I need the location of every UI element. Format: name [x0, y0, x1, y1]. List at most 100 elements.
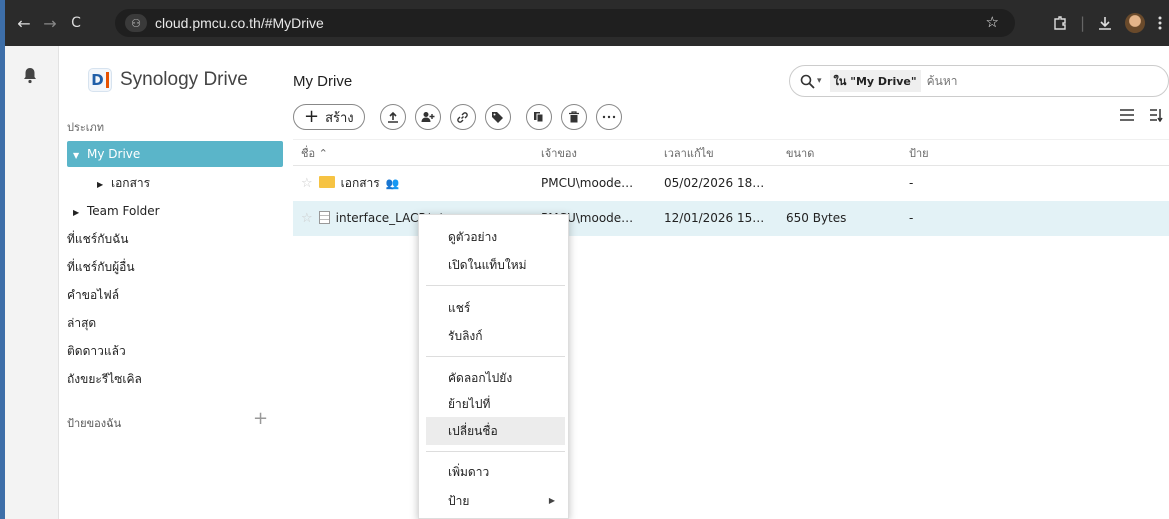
- menu-divider: [426, 285, 565, 286]
- search-icon[interactable]: [800, 74, 815, 89]
- reload-icon[interactable]: C: [63, 15, 89, 31]
- forward-icon[interactable]: →: [37, 14, 63, 33]
- sidebar-item-label: เอกสาร: [111, 176, 151, 190]
- column-header-size[interactable]: ขนาด: [778, 139, 901, 166]
- file-name: เอกสาร: [340, 175, 380, 190]
- my-tags-label: ป้ายของฉัน: [67, 417, 122, 430]
- column-header-owner[interactable]: เจ้าของ: [533, 139, 656, 166]
- table-header-row: ชื่อ ⌃ เจ้าของ เวลาแก้ไข ขนาด ป้าย: [293, 139, 1169, 166]
- search-box[interactable]: ▾ ใน "My Drive": [789, 65, 1169, 97]
- modified-cell: 05/02/2026 18…: [664, 176, 765, 191]
- sidebar: D Synology Drive ประเภท ▼ My Drive ▶ เอกสา…: [60, 46, 290, 519]
- column-header-tag[interactable]: ป้าย: [901, 139, 1169, 166]
- browser-toolbar: ← → C ⚇ cloud.pmcu.co.th/#MyDrive ☆ |: [0, 0, 1169, 46]
- chevron-down-icon[interactable]: ▾: [817, 76, 822, 86]
- add-tag-button[interactable]: +: [253, 408, 268, 429]
- tag-icon: [492, 111, 504, 123]
- synology-drive-logo-icon: D: [88, 68, 112, 92]
- sidebar-item-label: My Drive: [87, 147, 141, 161]
- sidebar-item-recent[interactable]: ล่าสุด: [67, 310, 283, 336]
- create-button-label: สร้าง: [325, 110, 354, 126]
- more-actions-button[interactable]: [595, 104, 622, 130]
- menu-item-tag[interactable]: ป้าย ▶: [426, 487, 565, 515]
- sidebar-item-recycle-bin[interactable]: ถังขยะรีไซเคิล: [67, 366, 283, 392]
- menu-item-label: ป้าย: [448, 494, 470, 508]
- upload-icon: [387, 111, 398, 123]
- sidebar-item-my-drive[interactable]: ▼ My Drive: [67, 141, 283, 167]
- tag-cell: -: [901, 200, 1169, 236]
- menu-item-open-new-tab[interactable]: เปิดในแท็บใหม่: [426, 251, 565, 279]
- sidebar-item-starred[interactable]: ติดดาวแล้ว: [67, 338, 283, 364]
- menu-kebab-icon[interactable]: [1157, 15, 1163, 31]
- app-name: Synology Drive: [120, 69, 248, 90]
- sidebar-item-shared-with-me[interactable]: ที่แชร์กับฉัน: [67, 226, 283, 252]
- star-outline-icon[interactable]: ☆: [301, 176, 313, 191]
- folder-icon: [318, 175, 335, 188]
- notification-rail: [5, 46, 59, 519]
- modified-cell: 12/01/2026 15…: [656, 200, 778, 236]
- plus-icon: +: [304, 106, 320, 127]
- size-cell: 650 Bytes: [778, 200, 901, 236]
- add-user-icon: [421, 112, 435, 122]
- toolbar-divider: |: [1079, 14, 1085, 32]
- download-icon[interactable]: [1097, 15, 1113, 31]
- copy-button[interactable]: [525, 104, 552, 130]
- share-button[interactable]: [414, 104, 441, 130]
- tag-cell: -: [909, 176, 914, 191]
- menu-divider: [426, 451, 565, 452]
- sidebar-item-team-folder[interactable]: ▶ Team Folder: [67, 198, 283, 224]
- file-toolbar: + สร้าง: [293, 103, 622, 131]
- get-link-button[interactable]: [449, 104, 476, 130]
- menu-item-move-to[interactable]: ย้ายไปที่: [426, 390, 565, 418]
- menu-item-add-star[interactable]: เพิ่มดาว: [426, 458, 565, 486]
- shared-users-icon: 👥: [385, 176, 400, 190]
- menu-item-get-link[interactable]: รับลิงก์: [426, 322, 565, 350]
- menu-item-copy-to[interactable]: คัดลอกไปยัง: [426, 364, 565, 392]
- delete-button[interactable]: [560, 104, 587, 130]
- sidebar-item-file-requests[interactable]: คำขอไฟล์: [67, 282, 283, 308]
- app-logo[interactable]: D Synology Drive: [88, 68, 248, 92]
- address-bar[interactable]: ⚇ cloud.pmcu.co.th/#MyDrive ☆: [115, 9, 1015, 37]
- list-view-icon[interactable]: [1119, 108, 1135, 122]
- copy-icon: [533, 112, 544, 123]
- sidebar-item-documents[interactable]: ▶ เอกสาร: [67, 170, 283, 196]
- submenu-arrow-icon: ▶: [548, 496, 555, 505]
- bookmark-star-icon[interactable]: ☆: [986, 13, 999, 31]
- trash-icon: [568, 111, 579, 123]
- caret-down-icon[interactable]: ▼: [73, 143, 87, 169]
- size-cell: [778, 166, 901, 201]
- back-icon[interactable]: ←: [11, 14, 37, 33]
- sort-icon[interactable]: [1149, 108, 1163, 122]
- caret-right-icon[interactable]: ▶: [73, 200, 87, 226]
- profile-avatar[interactable]: [1125, 13, 1145, 33]
- search-input[interactable]: [926, 74, 1077, 88]
- context-menu: ดูตัวอย่าง เปิดในแท็บใหม่ แชร์ รับลิงก์ …: [418, 214, 569, 519]
- bell-icon[interactable]: [21, 66, 39, 84]
- menu-item-share[interactable]: แชร์: [426, 294, 565, 322]
- tag-button[interactable]: [484, 104, 511, 130]
- table-row[interactable]: ☆ เอกสาร 👥 PMCU\moode… 05/02/2026 18… -: [293, 166, 1169, 201]
- caret-right-icon[interactable]: ▶: [97, 172, 111, 198]
- create-button[interactable]: + สร้าง: [293, 104, 365, 130]
- link-icon: [457, 111, 468, 123]
- page-title: My Drive: [293, 73, 353, 90]
- section-label-category: ประเภท: [67, 121, 105, 134]
- app-window: D Synology Drive ประเภท ▼ My Drive ▶ เอกสา…: [0, 46, 1169, 519]
- file-name-cell[interactable]: ☆ เอกสาร 👥: [293, 166, 533, 201]
- column-header-modified[interactable]: เวลาแก้ไข: [656, 139, 778, 166]
- sidebar-item-shared-with-others[interactable]: ที่แชร์กับผู้อื่น: [67, 254, 283, 280]
- owner-cell: PMCU\moode…: [541, 176, 634, 191]
- star-outline-icon[interactable]: ☆: [301, 211, 313, 226]
- search-scope-badge: ใน "My Drive": [829, 70, 921, 92]
- sidebar-item-label: Team Folder: [87, 204, 160, 218]
- more-horizontal-icon: [602, 115, 615, 119]
- extensions-icon[interactable]: [1052, 15, 1068, 31]
- menu-item-rename[interactable]: เปลี่ยนชื่อ: [426, 417, 565, 445]
- column-header-name[interactable]: ชื่อ ⌃: [293, 139, 533, 166]
- upload-button[interactable]: [379, 104, 406, 130]
- url-text: cloud.pmcu.co.th/#MyDrive: [155, 15, 324, 31]
- site-settings-icon[interactable]: ⚇: [125, 14, 147, 32]
- menu-item-preview[interactable]: ดูตัวอย่าง: [426, 223, 565, 251]
- menu-divider: [426, 356, 565, 357]
- text-file-icon: [318, 210, 330, 224]
